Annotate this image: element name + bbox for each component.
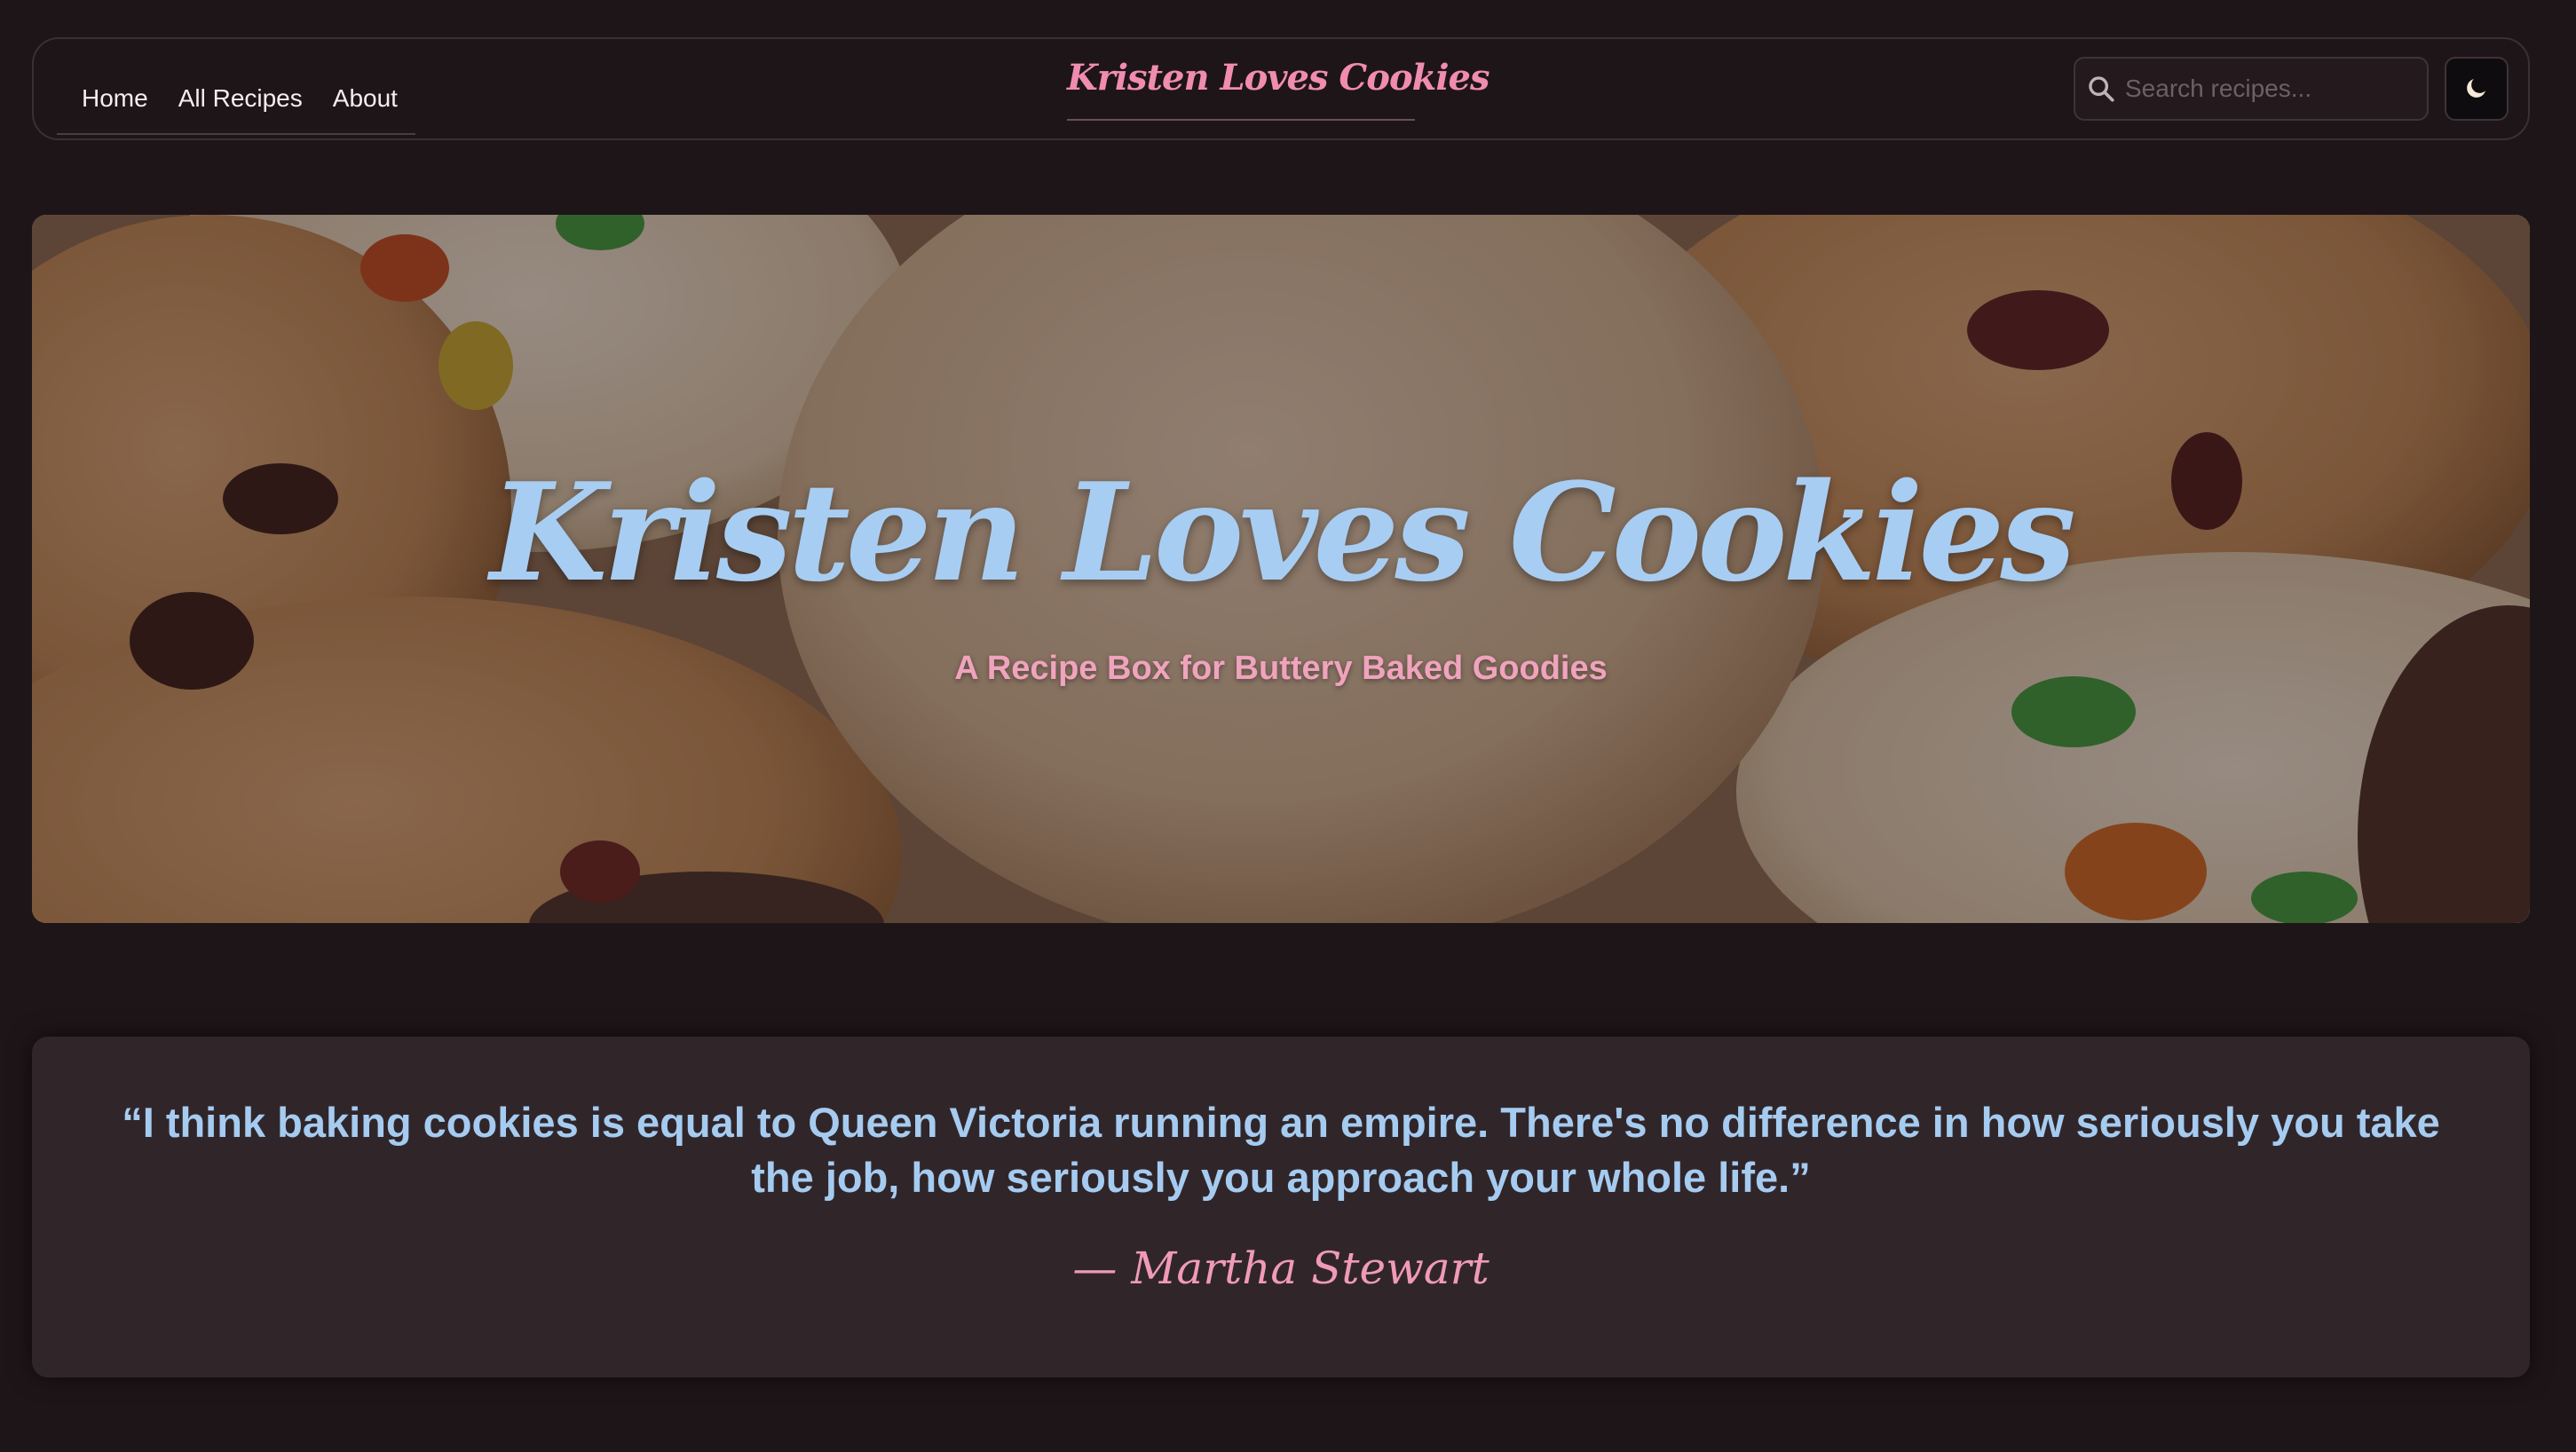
nav-link-home[interactable]: Home [82,84,148,113]
moon-icon [2463,75,2490,104]
quote-author: — Martha Stewart [1072,1243,1489,1294]
nav-link-all-recipes[interactable]: All Recipes [178,84,303,113]
quote-card: “I think baking cookies is equal to Quee… [32,1037,2530,1377]
page: Home All Recipes About Kristen Loves Coo… [0,0,2576,1452]
hero-subtitle: A Recipe Box for Buttery Baked Goodies [954,650,1608,687]
quote-text: “I think baking cookies is equal to Quee… [122,1099,2440,1201]
search-icon [2075,57,2116,121]
theme-toggle-button[interactable] [2445,57,2509,121]
hero-banner: Kristen Loves Cookies A Recipe Box for B… [32,215,2530,923]
search-box [2074,57,2446,121]
nav-link-about[interactable]: About [333,84,398,113]
nav-links: Home All Recipes About [57,64,415,135]
hero-title: Kristen Loves Cookies [490,453,2076,612]
brand-logo-link[interactable]: Kristen Loves Cookies [1067,57,1490,121]
search-input[interactable] [2116,60,2446,117]
